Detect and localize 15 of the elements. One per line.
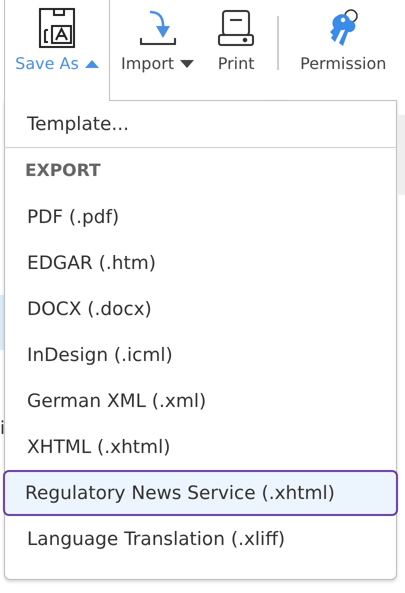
menu-item[interactable]: German XML (.xml) xyxy=(5,378,396,424)
background-panel xyxy=(0,295,4,350)
printer-icon xyxy=(216,8,256,48)
import-icon xyxy=(138,8,178,48)
text-fragment: i xyxy=(0,418,4,439)
menu-section-header: EXPORT xyxy=(24,160,102,183)
menu-item[interactable]: Regulatory News Service (.xhtml) xyxy=(3,470,398,516)
menu-item[interactable]: DOCX (.docx) xyxy=(5,286,396,332)
menu-item[interactable]: InDesign (.icml) xyxy=(5,332,396,378)
menu-item[interactable]: Language Translation (.xliff) xyxy=(5,516,396,562)
menu-item[interactable]: EDGAR (.htm) xyxy=(5,240,396,286)
menu-item[interactable]: Template... xyxy=(5,101,396,147)
save-as-icon xyxy=(38,8,76,48)
menu-item[interactable]: PDF (.pdf) xyxy=(5,194,396,240)
menu-item[interactable]: XHTML (.xhtml) xyxy=(5,424,396,470)
